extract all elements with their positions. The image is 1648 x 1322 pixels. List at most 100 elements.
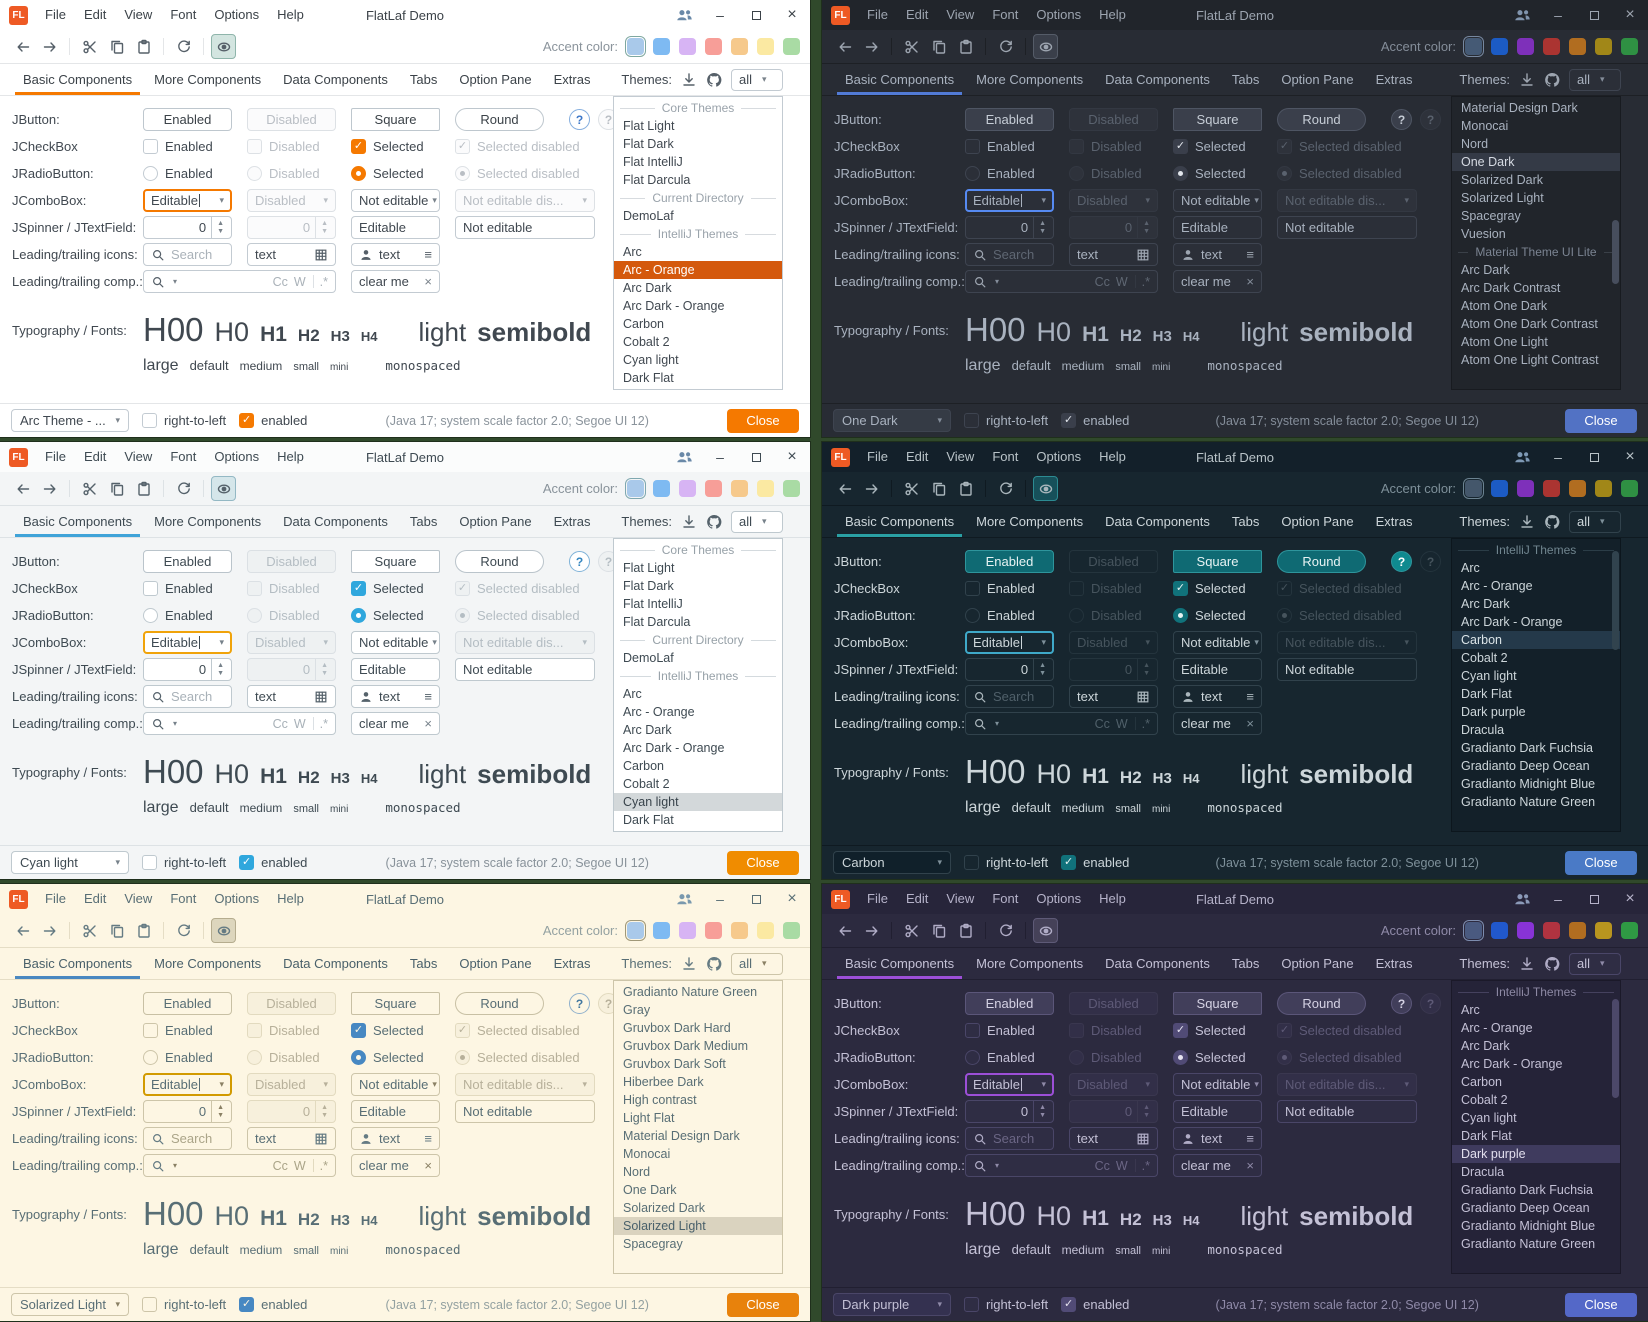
chevron-down-icon[interactable]: ▾ <box>428 637 437 648</box>
combobox-not-editable[interactable]: Not editable▾ <box>351 631 440 654</box>
menu-item[interactable]: Options <box>205 0 268 30</box>
textfield-editable[interactable]: Editable <box>351 1100 440 1123</box>
list-icon[interactable]: ≡ <box>1246 247 1254 262</box>
list-icon[interactable]: ≡ <box>424 1131 432 1146</box>
back-icon[interactable] <box>832 34 857 59</box>
menu-item[interactable]: Edit <box>897 0 937 30</box>
download-icon[interactable] <box>1519 956 1535 972</box>
menu-item[interactable]: File <box>858 0 897 30</box>
accent-swatch[interactable] <box>1595 38 1612 55</box>
maximize-button[interactable] <box>738 442 774 472</box>
tab[interactable]: Basic Components <box>12 64 143 95</box>
theme-list-item[interactable]: DemoLaf <box>614 207 782 225</box>
menu-item[interactable]: Font <box>983 442 1027 472</box>
accent-swatch[interactable] <box>1543 922 1560 939</box>
clearable-input[interactable]: clear me× <box>1173 270 1262 293</box>
theme-list-item[interactable]: Arc Dark - Orange <box>614 739 782 757</box>
menu-item[interactable]: Font <box>161 884 205 914</box>
chevron-down-icon[interactable]: ▾ <box>428 1079 437 1090</box>
chevron-down-icon[interactable]: ▾ <box>1037 637 1046 648</box>
grid-icon[interactable] <box>314 248 328 262</box>
scrollbar-thumb[interactable] <box>1612 551 1619 650</box>
text-input-calendar[interactable]: text <box>247 685 336 708</box>
list-icon[interactable]: ≡ <box>424 247 432 262</box>
copy-icon[interactable] <box>926 918 951 943</box>
combobox-editable[interactable]: Editable▾ <box>143 631 232 654</box>
chevron-down-icon[interactable]: ▾ <box>995 277 999 286</box>
accent-swatch[interactable] <box>1543 480 1560 497</box>
menu-item[interactable]: View <box>115 442 161 472</box>
round-button[interactable]: Round <box>455 992 544 1015</box>
refresh-icon[interactable] <box>171 476 196 501</box>
enabled-button[interactable]: Enabled <box>143 108 232 131</box>
whole-words-toggle[interactable]: W <box>294 275 306 289</box>
clear-icon[interactable]: × <box>424 716 432 731</box>
tab[interactable]: More Components <box>143 64 272 95</box>
close-button[interactable]: Close <box>727 851 799 875</box>
chevron-down-icon[interactable]: ▾ <box>215 1079 224 1090</box>
tab[interactable]: Option Pane <box>448 506 542 537</box>
list-icon[interactable]: ≡ <box>424 689 432 704</box>
tab[interactable]: Extras <box>543 506 602 537</box>
square-button[interactable]: Square <box>1173 108 1262 131</box>
help-button[interactable]: ? <box>569 993 590 1014</box>
right-to-left-checkbox[interactable]: right-to-left <box>964 855 1048 870</box>
users-icon[interactable] <box>666 884 702 914</box>
theme-list-item[interactable]: Arc Dark <box>1452 595 1620 613</box>
menu-item[interactable]: Options <box>1027 442 1090 472</box>
inspect-eye-icon[interactable] <box>211 34 236 59</box>
theme-list-item[interactable]: Cyan light <box>1452 1109 1620 1127</box>
close-button[interactable]: Close <box>1565 1293 1637 1317</box>
chevron-down-icon[interactable]: ▾ <box>1250 195 1259 206</box>
copy-icon[interactable] <box>926 34 951 59</box>
forward-icon[interactable] <box>37 34 62 59</box>
right-to-left-checkbox[interactable]: right-to-left <box>142 1297 226 1312</box>
theme-list-item[interactable]: Gradianto Deep Ocean <box>1452 757 1620 775</box>
search-options-input[interactable]: ▾ Cc W .* <box>143 712 336 735</box>
theme-list-item[interactable]: High contrast <box>614 1091 782 1109</box>
themes-listbox[interactable]: Gradianto Nature GreenGrayGruvbox Dark H… <box>613 980 783 1274</box>
radio-selected[interactable]: Selected <box>351 1050 424 1065</box>
forward-icon[interactable] <box>859 918 884 943</box>
menu-item[interactable]: File <box>36 442 75 472</box>
textfield-editable[interactable]: Editable <box>1173 658 1262 681</box>
radio-enabled[interactable]: Enabled <box>965 1050 1035 1065</box>
enabled-checkbox[interactable]: ✓enabled <box>239 855 307 870</box>
tab[interactable]: Extras <box>543 64 602 95</box>
github-icon[interactable] <box>706 72 722 88</box>
spinner[interactable]: 0▲▼ <box>965 216 1054 239</box>
back-icon[interactable] <box>832 918 857 943</box>
maximize-button[interactable] <box>1576 884 1612 914</box>
combobox-editable[interactable]: Editable▾ <box>965 1073 1054 1096</box>
close-button[interactable]: Close <box>1565 409 1637 433</box>
github-icon[interactable] <box>1544 72 1560 88</box>
clear-icon[interactable]: × <box>1246 274 1254 289</box>
tab[interactable]: Option Pane <box>448 948 542 979</box>
accent-swatch[interactable] <box>1491 38 1508 55</box>
download-icon[interactable] <box>681 514 697 530</box>
accent-swatch[interactable] <box>627 922 644 939</box>
menu-item[interactable]: Edit <box>75 442 115 472</box>
tab[interactable]: Basic Components <box>12 948 143 979</box>
tab[interactable]: Basic Components <box>834 64 965 95</box>
clear-icon[interactable]: × <box>1246 716 1254 731</box>
theme-selector-dropdown[interactable]: Carbon▾ <box>833 851 951 874</box>
chevron-down-icon[interactable]: ▾ <box>173 277 177 286</box>
theme-selector-dropdown[interactable]: One Dark▾ <box>833 409 951 432</box>
spinner[interactable]: 0▲▼ <box>965 1100 1054 1123</box>
enabled-checkbox[interactable]: ✓enabled <box>239 1297 307 1312</box>
theme-list-item[interactable]: Flat IntelliJ <box>614 595 782 613</box>
menu-item[interactable]: View <box>115 0 161 30</box>
spinner[interactable]: 0▲▼ <box>143 658 232 681</box>
clearable-input[interactable]: clear me× <box>351 712 440 735</box>
enabled-button[interactable]: Enabled <box>965 108 1054 131</box>
inspect-eye-icon[interactable] <box>1033 476 1058 501</box>
radio-selected[interactable]: Selected <box>1173 608 1246 623</box>
regex-toggle[interactable]: .* <box>1142 1159 1150 1173</box>
theme-list-item[interactable]: Nord <box>614 1163 782 1181</box>
theme-list-item[interactable]: Spacegray <box>1452 207 1620 225</box>
forward-icon[interactable] <box>859 34 884 59</box>
theme-list-item[interactable]: Atom One Dark <box>1452 297 1620 315</box>
cut-icon[interactable] <box>899 34 924 59</box>
accent-swatch[interactable] <box>1465 38 1482 55</box>
